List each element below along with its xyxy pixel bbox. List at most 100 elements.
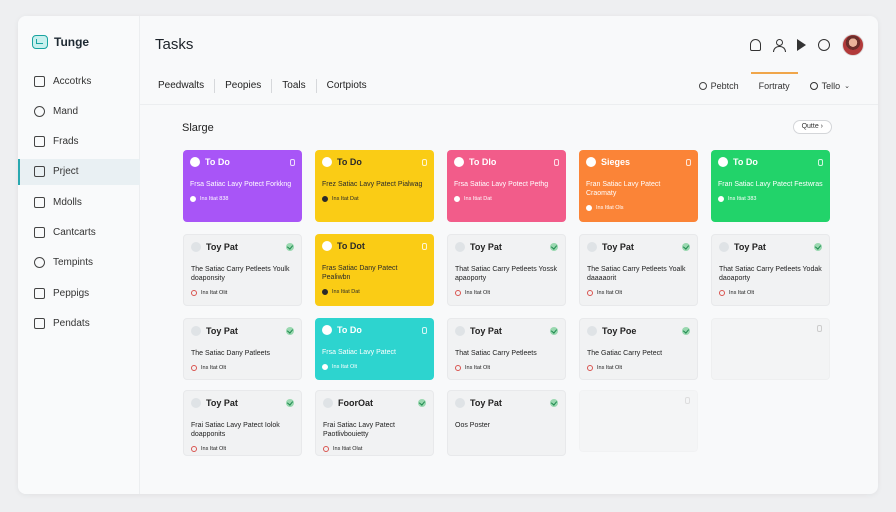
task-card[interactable]: Toy Pat Oos Poster <box>447 390 566 456</box>
card-title: To Do <box>337 157 362 167</box>
avatar[interactable] <box>842 34 864 56</box>
task-card[interactable]: To Do Fran Satiac Lavy Patect Festwras Ins… <box>711 150 830 222</box>
card-footer: Ins Itat Olit <box>191 290 294 296</box>
pin-icon[interactable] <box>554 158 559 166</box>
sidebar-item-8[interactable]: Peppigs <box>18 280 140 306</box>
card-header: Toy Pat <box>455 325 558 337</box>
task-card[interactable]: To Dlo Frsa Satiac Lavy Potect Pethg Ins I… <box>447 150 566 222</box>
check-icon[interactable] <box>418 399 426 407</box>
pin-icon[interactable] <box>686 158 691 166</box>
card-header: Toy Pat <box>455 397 558 409</box>
task-card[interactable]: Toy Pat That Satiac Carry Petleets Yodak … <box>711 234 830 306</box>
task-icon <box>322 325 332 335</box>
task-card[interactable]: To Dot Fras Satiac Dany Patect Pealiwbn In… <box>315 234 434 306</box>
card-footer: Ins Itiat Olat <box>323 446 426 452</box>
card-meta: Ins Itat Olt <box>332 364 358 370</box>
tab-1[interactable]: Peedwalts <box>158 79 216 93</box>
check-icon[interactable] <box>286 327 294 335</box>
check-icon[interactable] <box>550 399 558 407</box>
status-dot-icon <box>191 290 197 296</box>
task-card[interactable]: Toy Pat That Satiac Carry Petleets Yossk … <box>447 234 566 306</box>
tab-3[interactable]: Toals <box>272 79 317 93</box>
task-card[interactable]: Toy Poe The Gatiac Carry Petect Ins Itat O… <box>579 318 698 380</box>
card-description: Oos Poster <box>455 422 491 429</box>
card-description: Frsa Satiac Lavy Patect <box>322 349 396 356</box>
clock-icon <box>34 257 45 269</box>
contacts-icon <box>34 226 45 238</box>
sidebar-item-2[interactable]: Mand <box>18 98 140 124</box>
sidebar-item-4[interactable]: Prject <box>18 158 140 185</box>
task-card[interactable]: Toy Pat The Satiac Carry Petleets Yoalk d… <box>579 234 698 306</box>
task-card[interactable]: To Do Frsa Satiac Lavy Potect Forkkng Ins … <box>183 150 302 222</box>
status-dot-icon <box>454 196 460 202</box>
pin-icon[interactable] <box>290 158 295 166</box>
task-card[interactable]: Toy Pat The Satiac Dany Patleets Ins Itat … <box>183 318 302 380</box>
task-card[interactable]: FoorOat Frai Satiac Lavy Patect Paotlivbo… <box>315 390 434 456</box>
tab-4[interactable]: Cortpiots <box>317 79 377 93</box>
check-icon[interactable] <box>286 399 294 407</box>
bell-icon[interactable] <box>750 39 761 51</box>
check-icon[interactable] <box>682 327 690 335</box>
fortraty-tab[interactable]: Fortraty <box>749 72 800 100</box>
card-title: Toy Pat <box>734 242 766 252</box>
card-footer: Ins Itat Olt <box>191 446 294 452</box>
pin-icon[interactable] <box>818 158 823 166</box>
task-card[interactable]: Toy Pat Frai Satiac Lavy Patect Iolok doa… <box>183 390 302 456</box>
tello-dropdown[interactable]: Tello ⌄ <box>800 72 860 100</box>
card-description: Frsa Satiac Lavy Potect Forkkng <box>190 181 292 188</box>
pin-icon[interactable] <box>422 326 427 334</box>
task-card[interactable]: To Do Frez Satiac Lavy Patect Pialwag Ins … <box>315 150 434 222</box>
tab-2[interactable]: Peopies <box>215 79 273 93</box>
card-meta: Ins Itat Olt <box>465 290 491 296</box>
project-icon <box>34 166 45 178</box>
card-description: Frez Satiac Lavy Patect Pialwag <box>322 181 423 188</box>
sidebar-item-7[interactable]: Tempints <box>18 250 140 276</box>
card-title: To Dlo <box>469 157 497 167</box>
card-header: Toy Poe <box>587 325 690 337</box>
card-title: Toy Poe <box>602 326 637 336</box>
task-icon <box>455 242 465 252</box>
card-meta: Ins Itat Olt <box>201 446 227 452</box>
task-icon <box>587 326 597 336</box>
check-icon[interactable] <box>286 243 294 251</box>
pin-icon[interactable] <box>422 158 427 166</box>
card-description: Frai Satiac Lavy Patect Iolok doapponits <box>191 422 280 438</box>
pin-icon[interactable] <box>422 242 427 250</box>
user-icon[interactable] <box>773 39 786 52</box>
play-icon[interactable] <box>797 39 806 51</box>
home-icon <box>34 75 45 87</box>
card-meta: Ins Itiat Olat <box>333 446 363 452</box>
card-meta: Ins Itat Olt <box>597 365 623 371</box>
filter-chip[interactable]: Qutte › <box>792 120 832 134</box>
task-card[interactable]: Toy Pat The Satiac Carry Petleets Youlk d… <box>183 234 302 306</box>
check-icon[interactable] <box>814 243 822 251</box>
card-title: Toy Pat <box>602 242 634 252</box>
card-title: FoorOat <box>338 398 373 408</box>
sidebar-item-9[interactable]: Pendats <box>18 310 140 336</box>
card-footer: Ins Itat Olt <box>587 365 690 371</box>
card-title: Toy Pat <box>470 398 502 408</box>
mail-icon <box>34 287 45 299</box>
pebtch-button[interactable]: Pebtch <box>689 72 749 100</box>
card-header: To Do <box>190 156 295 168</box>
sidebar-item-6[interactable]: Cantcarts <box>18 219 140 245</box>
fortraty-label: Fortraty <box>758 81 790 91</box>
sidebar-item-label: Peppigs <box>53 287 90 299</box>
card-title: To Do <box>733 157 758 167</box>
globe-icon[interactable] <box>818 39 830 51</box>
brand[interactable]: Tunge <box>32 35 89 49</box>
check-icon[interactable] <box>550 327 558 335</box>
card-description: The Satiac Carry Petleets Youlk doaponsi… <box>191 266 290 282</box>
check-icon[interactable] <box>550 243 558 251</box>
task-card[interactable]: Sieges Fran Satiac Lavy Patect Craomaty In… <box>579 150 698 222</box>
sidebar-item-1[interactable]: Accotrks <box>18 68 140 94</box>
status-dot-icon <box>323 446 329 452</box>
task-card[interactable]: To Do Frsa Satiac Lavy Patect Ins Itat Olt <box>315 318 434 380</box>
status-dot-icon <box>587 365 593 371</box>
sidebar-item-5[interactable]: Mdolls <box>18 189 140 215</box>
task-card[interactable]: Toy Pat That Satiac Carry Petleets Ins Ita… <box>447 318 566 380</box>
task-icon <box>323 398 333 408</box>
sidebar-item-3[interactable]: Frads <box>18 129 140 155</box>
card-description: That Satiac Carry Petleets Yodak daoapor… <box>719 266 822 282</box>
check-icon[interactable] <box>682 243 690 251</box>
